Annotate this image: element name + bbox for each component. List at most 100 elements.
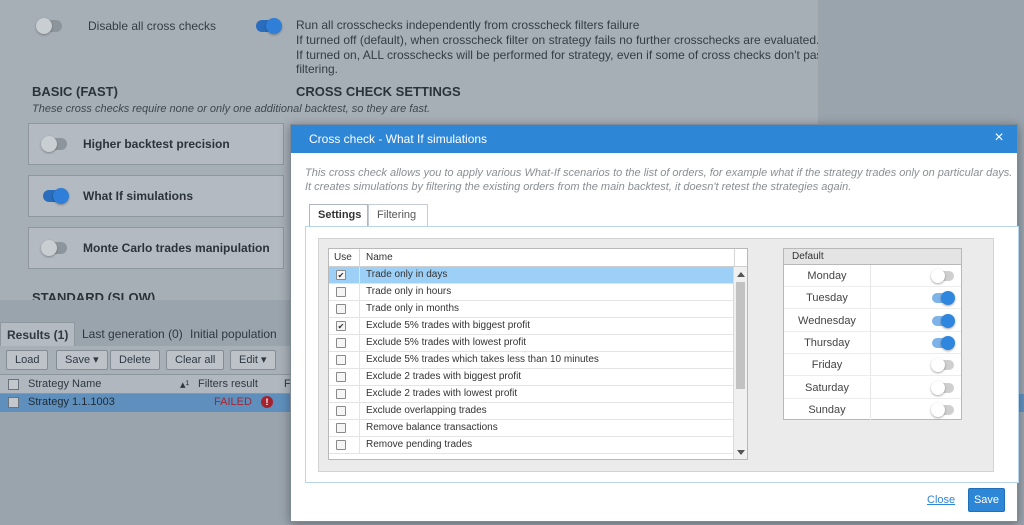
col-strategy-name[interactable]: Strategy Name	[28, 378, 101, 390]
basic-section-desc: These cross checks require none or only …	[32, 103, 431, 115]
list-item[interactable]: Exclude 2 trades with biggest profit	[329, 369, 734, 386]
tab-initial-population[interactable]: Initial population (0)	[184, 322, 300, 365]
col-filters-result[interactable]: Filters result	[198, 378, 258, 390]
edit-menu-button[interactable]: Edit ▾	[230, 350, 276, 370]
disable-all-label: Disable all cross checks	[88, 19, 217, 33]
list-item[interactable]: Exclude overlapping trades	[329, 403, 734, 420]
list-item[interactable]: Exclude 2 trades with lowest profit	[329, 386, 734, 403]
select-all-checkbox[interactable]	[8, 379, 19, 390]
settings-tab-content: Use Name Trade only in days Trade only in…	[305, 226, 1019, 483]
what-if-toggle[interactable]	[43, 188, 69, 204]
results-tabbar: Results (1) Last generation (0) Initial …	[0, 322, 300, 365]
higher-precision-toggle[interactable]	[41, 136, 67, 152]
check-card-higher-precision[interactable]: Higher backtest precision	[28, 123, 284, 165]
dialog-title: Cross check - What If simulations	[309, 132, 488, 146]
option-name: Exclude 5% trades with biggest profit	[366, 320, 530, 331]
settings-section-title: CROSS CHECK SETTINGS	[296, 84, 461, 99]
day-toggle[interactable]	[931, 402, 954, 417]
row-checkbox[interactable]	[8, 397, 19, 408]
list-item[interactable]: Exclude 5% trades with biggest profit	[329, 318, 734, 335]
settings-panel: Use Name Trade only in days Trade only in…	[318, 238, 994, 472]
day-name: Sunday	[808, 403, 846, 416]
tab-results[interactable]: Results (1)	[0, 322, 76, 346]
col-use[interactable]: Use	[334, 252, 352, 263]
option-name: Exclude 2 trades with biggest profit	[366, 371, 522, 382]
close-link[interactable]: Close	[927, 494, 955, 506]
save-button[interactable]: Save	[968, 488, 1005, 512]
option-name: Remove balance transactions	[366, 422, 498, 433]
day-name: Tuesday	[806, 292, 848, 305]
day-toggle[interactable]	[932, 313, 955, 328]
run-all-toggle[interactable]	[256, 18, 282, 34]
dialog-description-1: This cross check allows you to apply var…	[305, 167, 1013, 179]
use-checkbox[interactable]	[336, 287, 346, 297]
day-toggle[interactable]	[931, 269, 954, 283]
day-row: Saturday	[784, 376, 961, 399]
day-toggle[interactable]	[932, 335, 955, 350]
failed-alert-icon: !	[261, 396, 273, 408]
run-all-desc-2: If turned on, ALL crosschecks will be pe…	[296, 48, 849, 62]
list-item[interactable]: Trade only in months	[329, 301, 734, 318]
day-name: Thursday	[804, 336, 850, 349]
scroll-down-icon[interactable]	[737, 450, 745, 455]
table-header: Use Name	[329, 249, 747, 267]
day-toggle[interactable]	[931, 380, 954, 395]
day-toggle[interactable]	[932, 291, 955, 306]
use-checkbox[interactable]	[336, 355, 346, 365]
results-toolbar: Load Save ▾ Delete Clear all Edit ▾	[0, 346, 300, 374]
day-row: Monday	[784, 265, 961, 287]
disable-all-toggle[interactable]	[36, 18, 62, 34]
days-header: Default	[784, 249, 961, 265]
use-checkbox[interactable]	[336, 440, 346, 450]
save-menu-button[interactable]: Save ▾	[56, 350, 108, 370]
use-checkbox[interactable]	[336, 406, 346, 416]
use-checkbox[interactable]	[336, 389, 346, 399]
run-all-desc-1: If turned off (default), when crosscheck…	[296, 33, 820, 47]
table-scrollbar[interactable]	[733, 267, 747, 459]
close-icon[interactable]: ×	[991, 130, 1007, 146]
run-all-label: Run all crosschecks independently from c…	[296, 18, 640, 32]
load-button[interactable]: Load	[6, 350, 49, 370]
day-name: Monday	[807, 270, 847, 282]
use-checkbox[interactable]	[336, 372, 346, 382]
tab-filtering[interactable]: Filtering	[368, 204, 428, 226]
option-name: Exclude 5% trades with lowest profit	[366, 337, 527, 348]
day-name: Friday	[811, 359, 843, 372]
scroll-thumb[interactable]	[736, 282, 745, 389]
use-checkbox[interactable]	[336, 304, 346, 314]
day-row: Sunday	[784, 398, 961, 421]
scroll-up-icon[interactable]	[737, 272, 745, 277]
tab-last-generation[interactable]: Last generation (0)	[76, 322, 189, 346]
list-item[interactable]: Trade only in days	[329, 267, 734, 284]
clear-all-button[interactable]: Clear all	[166, 350, 225, 370]
list-item[interactable]: Exclude 5% trades with lowest profit	[329, 335, 734, 352]
use-checkbox[interactable]	[336, 423, 346, 433]
use-checkbox[interactable]	[336, 321, 346, 331]
results-grid-header: Strategy Name ▴¹ Filters result Fi	[0, 374, 300, 394]
check-card-what-if[interactable]: What If simulations	[28, 175, 284, 217]
list-item[interactable]: Remove pending trades	[329, 437, 734, 454]
option-name: Remove pending trades	[366, 439, 473, 450]
option-name: Exclude overlapping trades	[366, 405, 487, 416]
days-table: Default Monday Tuesday Wednesday Thursday Fr…	[783, 248, 962, 421]
delete-button[interactable]: Delete	[110, 350, 160, 370]
day-row: Wednesday	[784, 309, 961, 332]
day-name: Saturday	[804, 381, 850, 394]
use-checkbox[interactable]	[336, 338, 346, 348]
list-item[interactable]: Exclude 5% trades which takes less than …	[329, 352, 734, 369]
list-item[interactable]: Trade only in hours	[329, 284, 734, 301]
day-toggle[interactable]	[931, 358, 954, 373]
monte-carlo-toggle[interactable]	[41, 240, 67, 256]
tab-settings[interactable]: Settings	[309, 204, 368, 227]
use-checkbox[interactable]	[336, 270, 346, 280]
filters-result-cell: FAILED	[214, 396, 252, 408]
option-name: Trade only in months	[366, 303, 460, 314]
check-card-monte-carlo[interactable]: Monte Carlo trades manipulation	[28, 227, 284, 269]
day-row: Tuesday	[784, 287, 961, 310]
simulation-options-table: Use Name Trade only in days Trade only in…	[328, 248, 748, 460]
day-name: Wednesday	[798, 314, 856, 327]
dialog-header: Cross check - What If simulations ×	[291, 125, 1017, 153]
option-name: Exclude 5% trades which takes less than …	[366, 354, 599, 365]
col-name[interactable]: Name	[366, 252, 393, 263]
list-item[interactable]: Remove balance transactions	[329, 420, 734, 437]
